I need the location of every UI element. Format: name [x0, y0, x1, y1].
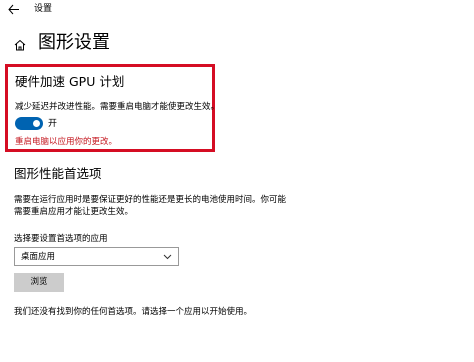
- graphics-preference-description: 需要在运行应用时是要保证更好的性能还是更长的电池使用时间。你可能 需要重启应用才…: [14, 194, 287, 218]
- hardware-acceleration-toggle[interactable]: [15, 117, 43, 130]
- chevron-down-icon: [163, 254, 172, 260]
- description-line: 需要重启应用才能让更改生效。: [14, 207, 134, 217]
- hardware-acceleration-section: 硬件加速 GPU 计划 减少延迟并改进性能。需要重启电脑才能使更改生效。 开 重…: [5, 64, 219, 152]
- arrow-left-icon: [8, 4, 19, 15]
- toggle-knob: [33, 120, 40, 127]
- graphics-preference-heading: 图形性能首选项: [14, 166, 102, 181]
- no-preferences-message: 我们还没有找到你的任何首选项。请选择一个应用以开始使用。: [14, 307, 253, 317]
- app-select-label: 选择要设置首选项的应用: [14, 234, 108, 244]
- restart-message: 重启电脑以应用你的更改。: [15, 137, 118, 147]
- browse-button[interactable]: 浏览: [14, 273, 64, 292]
- back-button[interactable]: [6, 2, 22, 16]
- app-type-dropdown[interactable]: 桌面应用: [14, 247, 179, 266]
- toggle-state-label: 开: [48, 119, 58, 129]
- dropdown-value: 桌面应用: [21, 252, 56, 262]
- page-title: 图形设置: [38, 32, 110, 53]
- hardware-acceleration-heading: 硬件加速 GPU 计划: [15, 74, 125, 89]
- hardware-acceleration-description: 减少延迟并改进性能。需要重启电脑才能使更改生效。: [15, 102, 220, 112]
- app-title: 设置: [34, 4, 53, 14]
- description-line: 需要在运行应用时是要保证更好的性能还是更长的电池使用时间。你可能: [14, 195, 287, 205]
- home-icon[interactable]: [13, 37, 27, 51]
- title-bar: 设置: [0, 0, 474, 20]
